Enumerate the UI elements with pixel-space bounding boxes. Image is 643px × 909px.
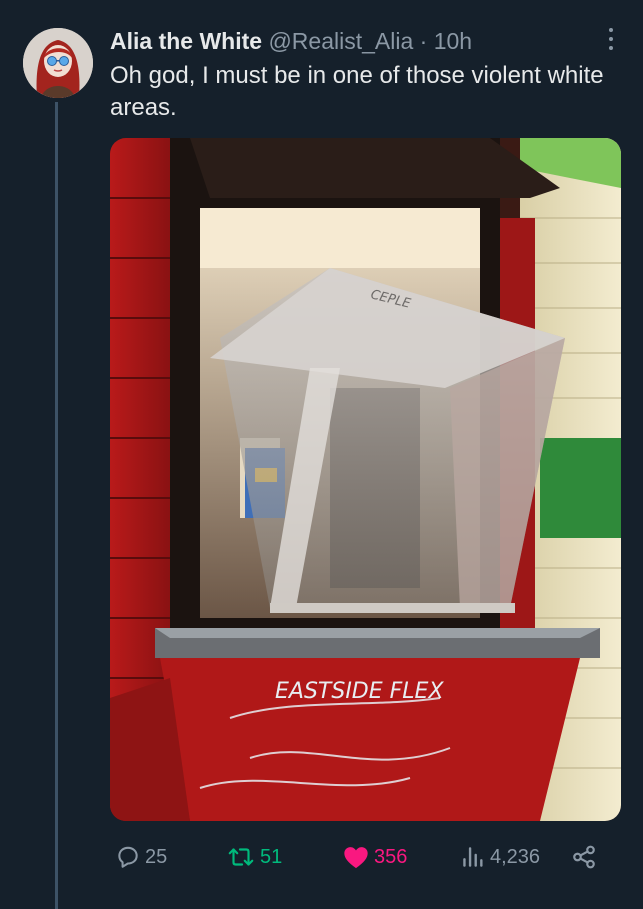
tweet-text: Oh god, I must be in one of those violen…	[110, 62, 604, 121]
like-count: 356	[374, 846, 408, 868]
views-icon	[463, 847, 483, 867]
display-name[interactable]: Alia the White	[110, 28, 262, 54]
avatar-illustration	[23, 28, 93, 98]
repost-icon	[228, 848, 254, 866]
share-button[interactable]	[570, 840, 598, 874]
reply-button[interactable]: 25	[115, 840, 167, 874]
tweet-media-photo[interactable]: EASTSIDE FLEX CEPLE	[110, 138, 621, 821]
handle[interactable]: @Realist_Alia	[268, 28, 413, 54]
photo-drawing: EASTSIDE FLEX CEPLE	[110, 138, 621, 821]
share-icon	[573, 845, 595, 869]
repost-button[interactable]: 51	[226, 840, 282, 874]
repost-count: 51	[260, 846, 283, 868]
views-button[interactable]: 4,236	[460, 840, 540, 874]
tweet-actions: 25 51 356 4,236	[110, 840, 620, 874]
reply-icon	[118, 846, 138, 868]
reply-count: 25	[145, 846, 168, 868]
like-icon	[344, 847, 368, 869]
separator-dot: ·	[419, 28, 428, 54]
avatar[interactable]	[23, 28, 93, 98]
graffiti-bottom: EASTSIDE FLEX	[275, 679, 444, 704]
views-count: 4,236	[490, 846, 541, 868]
like-button[interactable]: 356	[342, 840, 407, 874]
thread-line	[55, 102, 58, 909]
more-options-icon[interactable]	[607, 28, 615, 52]
tweet-header: Alia the White @Realist_Alia · 10h	[110, 26, 623, 56]
timestamp[interactable]: 10h	[434, 28, 472, 54]
